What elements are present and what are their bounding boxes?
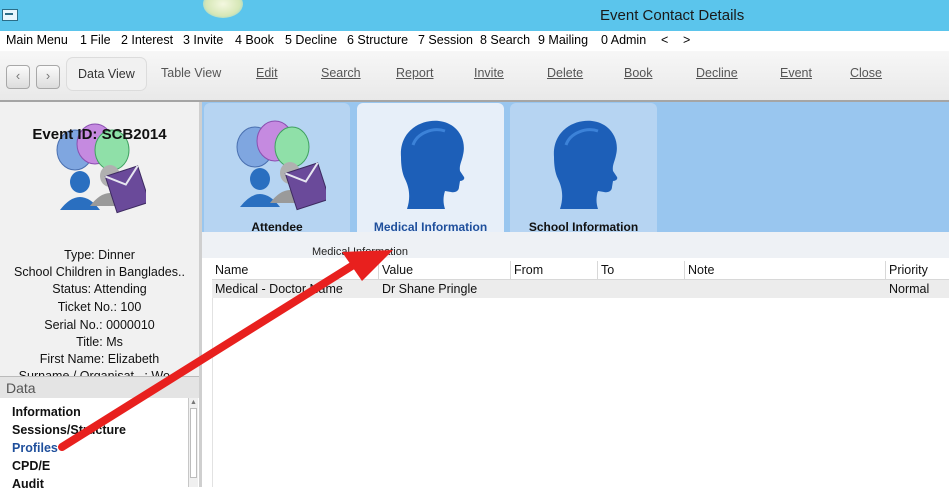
back-button[interactable]: ‹ xyxy=(6,65,30,89)
close-button[interactable]: Close xyxy=(850,66,882,80)
menu-scroll-right[interactable]: > xyxy=(683,33,690,47)
event-name: School Children in Banglades.. xyxy=(14,265,185,279)
table-view-button[interactable]: Table View xyxy=(161,66,221,80)
scroll-up-icon[interactable]: ▲ xyxy=(190,398,197,407)
table-body xyxy=(212,298,949,487)
invite-button[interactable]: Invite xyxy=(474,66,504,80)
column-header-note[interactable]: Note xyxy=(688,263,714,277)
menu-session[interactable]: 7 Session xyxy=(418,33,473,47)
profile-head-icon xyxy=(546,117,622,209)
menu-scroll-left[interactable]: < xyxy=(661,33,668,47)
search-button[interactable]: Search xyxy=(321,66,361,80)
profile-head-icon xyxy=(393,117,469,209)
data-item-audit[interactable]: Audit xyxy=(12,477,44,491)
data-item-sessions-structure[interactable]: Sessions/Structure xyxy=(12,423,126,437)
menu-mailing[interactable]: 9 Mailing xyxy=(538,33,588,47)
event-id-label: Event ID: SCB2014 xyxy=(32,126,167,143)
window-title: Event Contact Details xyxy=(600,7,745,24)
data-item-profiles[interactable]: Profiles xyxy=(12,441,58,455)
menu-main-menu[interactable]: Main Menu xyxy=(6,33,68,47)
table-header: Name Value From To Note Priority xyxy=(212,261,949,298)
serial-number: Serial No.: 0000010 xyxy=(44,318,155,332)
edit-button[interactable]: Edit xyxy=(256,66,278,80)
column-header-value[interactable]: Value xyxy=(382,263,413,277)
chevron-right-icon: › xyxy=(45,68,51,83)
chevron-left-icon: ‹ xyxy=(15,68,21,83)
column-header-from[interactable]: From xyxy=(514,263,543,277)
column-header-to[interactable]: To xyxy=(601,263,614,277)
menu-search[interactable]: 8 Search xyxy=(480,33,530,47)
cell-name: Medical - Doctor Name xyxy=(215,282,343,296)
cell-value: Dr Shane Pringle xyxy=(382,282,478,296)
attendee-first-name: First Name: Elizabeth xyxy=(39,352,160,366)
data-list-scrollbar[interactable]: ▲ xyxy=(188,398,198,487)
window-system-icon[interactable] xyxy=(2,9,18,21)
data-panel-header: Data xyxy=(0,376,199,399)
data-panel-title: Data xyxy=(6,380,36,396)
tab-school-information[interactable]: School Information xyxy=(510,103,657,234)
delete-button[interactable]: Delete xyxy=(547,66,583,80)
book-button[interactable]: Book xyxy=(624,66,653,80)
menu-book[interactable]: 4 Book xyxy=(235,33,274,47)
tab-medical-information[interactable]: Medical Information xyxy=(357,103,504,234)
ticket-number: Ticket No.: 100 xyxy=(57,300,142,314)
attendee-status: Status: Attending xyxy=(52,282,147,296)
cell-priority: Normal xyxy=(889,282,930,296)
data-item-information[interactable]: Information xyxy=(12,405,81,419)
menu-bar: Main Menu 1 File 2 Interest 3 Invite 4 B… xyxy=(0,31,949,51)
column-header-priority[interactable]: Priority xyxy=(889,263,928,277)
column-header-name[interactable]: Name xyxy=(215,263,248,277)
event-button[interactable]: Event xyxy=(780,66,812,80)
decline-button[interactable]: Decline xyxy=(696,66,738,80)
title-bar: Event Contact Details xyxy=(0,0,949,31)
menu-file[interactable]: 1 File xyxy=(80,33,111,47)
menu-structure[interactable]: 6 Structure xyxy=(347,33,408,47)
table-row[interactable]: Medical - Doctor Name Dr Shane Pringle N… xyxy=(212,280,949,299)
menu-invite[interactable]: 3 Invite xyxy=(183,33,223,47)
glow-decoration xyxy=(203,0,243,18)
menu-decline[interactable]: 5 Decline xyxy=(285,33,337,47)
data-nav-list: Information Sessions/Structure Profiles … xyxy=(0,398,199,491)
section-label: Medical Information xyxy=(312,246,408,258)
tab-attendee[interactable]: Attendee xyxy=(204,103,350,234)
forward-button[interactable]: › xyxy=(36,65,60,89)
event-type: Type: Dinner xyxy=(64,248,135,262)
attendee-title: Title: Ms xyxy=(76,335,123,349)
attendee-tab-icon xyxy=(230,119,326,211)
menu-interest[interactable]: 2 Interest xyxy=(121,33,173,47)
menu-admin[interactable]: 0 Admin xyxy=(601,33,646,47)
scroll-thumb[interactable] xyxy=(190,408,197,478)
toolbar: ‹ › Data View Table View Edit Search Rep… xyxy=(0,51,949,102)
data-item-cpd[interactable]: CPD/E xyxy=(12,459,50,473)
report-button[interactable]: Report xyxy=(396,66,434,80)
data-view-button[interactable]: Data View xyxy=(67,58,146,90)
